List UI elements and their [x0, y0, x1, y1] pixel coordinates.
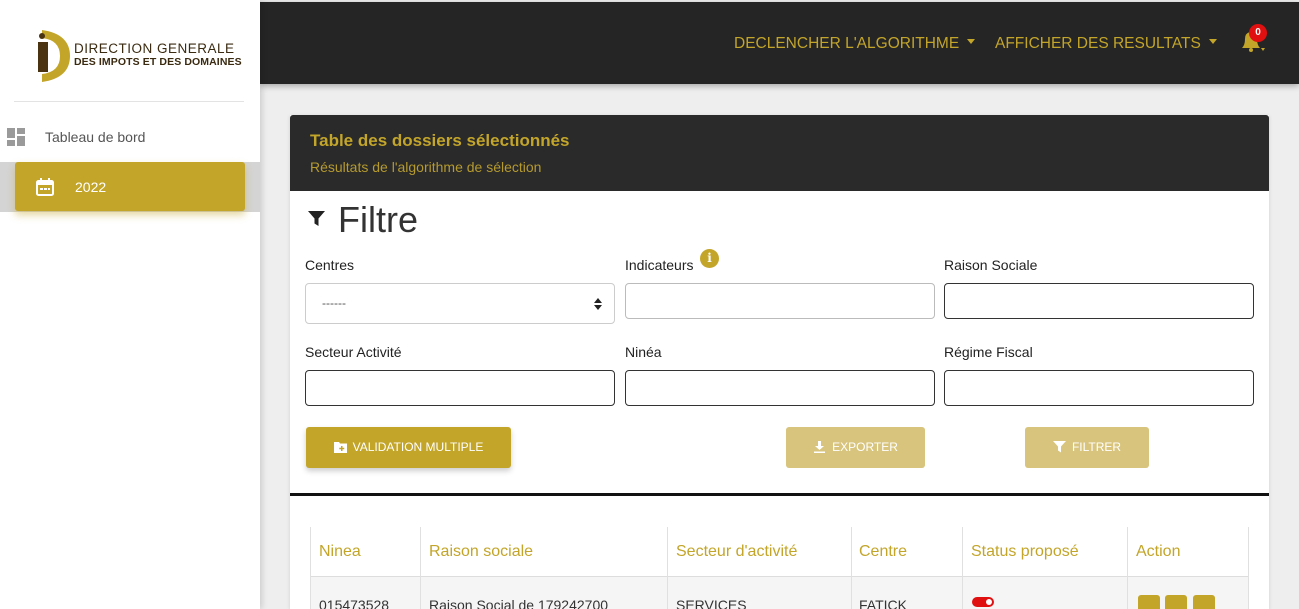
raison-sociale-input[interactable] — [944, 283, 1254, 319]
column-header-action: Action — [1136, 543, 1181, 560]
ninea-input[interactable] — [625, 370, 935, 406]
column-separator — [1127, 527, 1128, 609]
cell-ninea: 015473528 — [319, 597, 390, 609]
secteur-activite-input[interactable] — [305, 370, 615, 406]
folder-add-icon — [333, 441, 347, 453]
menu-label: AFFICHER DES RESULTATS — [995, 35, 1201, 52]
indicateurs-input[interactable] — [625, 283, 935, 319]
download-action-icon[interactable] — [1193, 595, 1215, 609]
column-separator — [962, 527, 963, 609]
raison-sociale-label: Raison Sociale — [944, 257, 1038, 273]
centres-select-value: ------ — [322, 296, 346, 310]
card-header: Table des dossiers sélectionnés Résultat… — [290, 115, 1269, 191]
centres-label: Centres — [305, 257, 355, 273]
cell-raison-sociale: Raison Social de 179242700 — [429, 597, 609, 609]
card-subtitle: Résultats de l'algorithme de sélection — [310, 159, 542, 175]
funnel-icon — [1052, 440, 1066, 453]
exporter-button[interactable]: EXPORTER — [786, 427, 925, 468]
caret-down-icon — [967, 39, 976, 45]
card-title: Table des dossiers sélectionnés — [310, 131, 570, 150]
sidebar-divider — [14, 101, 244, 102]
section-divider — [290, 493, 1269, 496]
regime-fiscal-label: Régime Fiscal — [944, 344, 1033, 360]
view-eye-icon[interactable] — [1165, 595, 1187, 609]
column-header-status[interactable]: Status proposé — [962, 527, 1079, 577]
caret-down-icon — [1208, 39, 1217, 45]
column-header-secteur[interactable]: Secteur d'activité — [667, 527, 797, 577]
logo-subtitle: DES IMPOTS ET DES DOMAINES — [74, 56, 242, 68]
column-header-ninea[interactable]: Ninea — [310, 527, 361, 577]
calendar-icon — [36, 178, 54, 196]
column-header-raison-sociale[interactable]: Raison sociale — [420, 527, 533, 577]
status-toggle[interactable] — [972, 597, 994, 607]
cell-secteur: SERVICES — [676, 597, 747, 609]
column-header-centre[interactable]: Centre — [850, 527, 907, 577]
notification-badge: 0 — [1249, 24, 1267, 42]
sidebar: DIRECTION GENERALE DES IMPOTS ET DES DOM… — [0, 0, 260, 609]
dossiers-card: Table des dossiers sélectionnés Résultat… — [290, 115, 1269, 609]
sidebar-item-label: 2022 — [75, 179, 107, 195]
regime-fiscal-input[interactable] — [944, 370, 1254, 406]
download-icon — [814, 440, 826, 453]
menu-label: DECLENCHER L'ALGORITHME — [734, 35, 960, 52]
logo-title: DIRECTION GENERALE — [74, 41, 235, 56]
sidebar-item-label: Tableau de bord — [45, 129, 146, 145]
cell-centre: FATICK — [859, 597, 907, 609]
menu-afficher-resultats[interactable]: AFFICHER DES RESULTATS — [995, 35, 1217, 53]
filtrer-button[interactable]: FILTRER — [1025, 427, 1149, 468]
info-icon[interactable]: i — [700, 249, 719, 268]
document-action-icon[interactable] — [1138, 595, 1160, 609]
indicateurs-label: Indicateurs — [625, 257, 694, 273]
top-navbar: DECLENCHER L'ALGORITHME AFFICHER DES RES… — [260, 2, 1299, 84]
button-label: FILTRER — [1071, 440, 1122, 454]
funnel-icon — [308, 211, 325, 226]
button-label: EXPORTER — [832, 440, 898, 454]
validation-multiple-button[interactable]: VALIDATION MULTIPLE — [306, 427, 511, 468]
button-label: VALIDATION MULTIPLE — [352, 440, 484, 454]
dashboard-icon — [7, 128, 25, 146]
menu-declencher-algorithme[interactable]: DECLENCHER L'ALGORITHME — [734, 35, 976, 53]
ninea-label: Ninéa — [625, 344, 662, 360]
sidebar-item-tableau-de-bord[interactable]: Tableau de bord — [0, 118, 260, 156]
sidebar-item-2022[interactable]: 2022 — [15, 162, 245, 211]
logo-mark-icon — [38, 30, 70, 82]
filter-title-text: Filtre — [338, 199, 418, 240]
centres-select[interactable]: ------ — [305, 283, 615, 324]
table-header: Ninea Raison sociale Secteur d'activité … — [310, 527, 1249, 577]
column-separator — [1248, 527, 1249, 609]
secteur-activite-label: Secteur Activité — [305, 344, 402, 360]
dgid-logo[interactable]: DIRECTION GENERALE DES IMPOTS ET DES DOM… — [36, 24, 242, 84]
select-arrows-icon — [594, 298, 602, 310]
